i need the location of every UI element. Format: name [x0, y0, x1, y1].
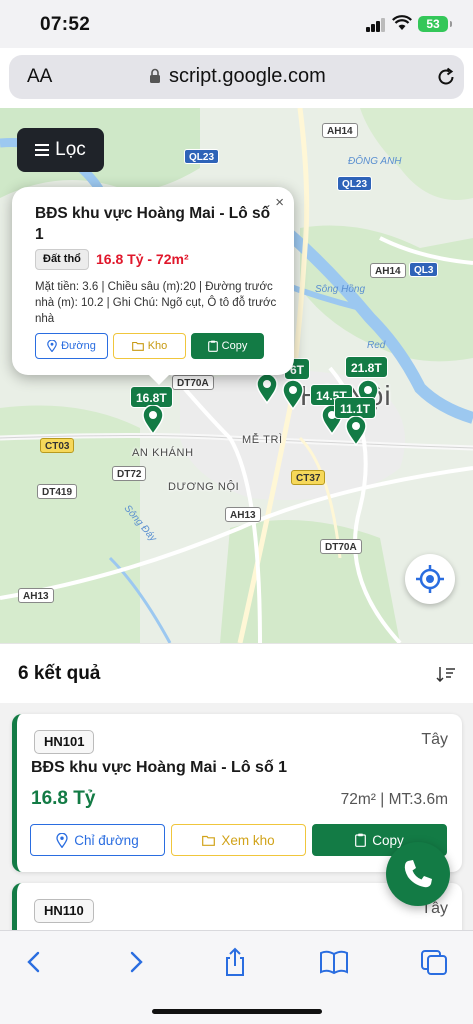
map-label: MỄ TRÌ	[242, 434, 283, 446]
crosshair-icon	[416, 565, 444, 593]
popup-title: BĐS khu vực Hoàng Mai - Lô số 1	[35, 205, 271, 243]
results-header: 6 kết quả	[0, 643, 473, 703]
text-size-button[interactable]: AA	[27, 66, 52, 88]
property-direction: Tây	[421, 731, 448, 748]
tabs-icon[interactable]	[418, 947, 450, 977]
clipboard-icon	[355, 833, 367, 847]
folder-icon	[202, 835, 216, 846]
map-pin-icon[interactable]	[282, 380, 304, 410]
property-popup: × BĐS khu vực Hoàng Mai - Lô số 1 Đất th…	[12, 187, 294, 385]
close-icon[interactable]: ×	[275, 194, 284, 211]
view-store-button[interactable]: Xem kho	[171, 824, 306, 856]
store-button[interactable]: Kho	[113, 333, 186, 359]
filter-button[interactable]: Lọc	[17, 128, 104, 172]
property-code: HN110	[34, 899, 94, 923]
locate-button[interactable]	[405, 554, 455, 604]
road-shield: AH14	[370, 263, 406, 278]
lock-icon	[150, 68, 160, 83]
property-meta: 72m² | MT:3.6m	[340, 791, 448, 808]
directions-label: Đường	[61, 340, 96, 352]
address-bar[interactable]: AA script.google.com	[9, 55, 464, 99]
results-count: 6 kết quả	[18, 663, 101, 684]
reload-icon[interactable]	[435, 66, 457, 88]
phone-icon	[404, 860, 432, 888]
map-label: Sông Hồng	[315, 284, 366, 295]
hamburger-icon	[35, 144, 50, 156]
directions-button[interactable]: Đường	[35, 333, 108, 359]
map-label: Red	[367, 340, 386, 351]
road-shield: CT03	[40, 438, 75, 453]
map-pin-icon[interactable]	[345, 416, 367, 446]
directions-button[interactable]: Chỉ đường	[30, 824, 165, 856]
store-label: Kho	[147, 340, 168, 352]
chevron-left-icon[interactable]	[18, 947, 50, 977]
map-label: ĐÔNG ANH	[348, 156, 402, 167]
clipboard-icon	[207, 340, 218, 352]
road-shield: DT70A	[320, 539, 362, 554]
copy-button[interactable]: Copy	[191, 333, 264, 359]
price-marker[interactable]: 21.8T	[345, 356, 388, 378]
map-pin-icon[interactable]	[256, 374, 278, 404]
status-bar: 07:52 53	[0, 0, 473, 48]
road-shield: QL3	[409, 262, 439, 277]
map-label: AN KHÁNH	[132, 447, 194, 459]
url-text[interactable]: script.google.com	[169, 65, 326, 88]
location-pin-icon	[56, 832, 68, 848]
battery-indicator: 53	[418, 16, 452, 32]
road-shield: DT72	[112, 466, 147, 481]
road-shield: DT70A	[172, 375, 214, 390]
road-shield: AH14	[322, 123, 358, 138]
cellular-signal-icon	[366, 18, 386, 32]
folder-icon	[131, 341, 144, 351]
property-title: BĐS khu vực Hoàng Mai - Lô số 1	[31, 759, 288, 776]
property-code: HN101	[34, 730, 95, 754]
map-label: DƯƠNG NỘI	[168, 481, 240, 493]
call-button[interactable]	[386, 842, 450, 906]
wifi-icon	[392, 15, 412, 30]
status-time: 07:52	[40, 14, 91, 35]
road-shield: DT419	[37, 484, 78, 499]
road-shield: AH13	[18, 588, 54, 603]
road-shield: AH13	[225, 507, 261, 522]
road-shield: QL23	[337, 176, 373, 191]
book-icon[interactable]	[318, 947, 350, 977]
road-shield: CT37	[291, 470, 326, 485]
property-price: 16.8 Tỷ	[31, 788, 96, 809]
browser-toolbar	[0, 930, 473, 1024]
location-pin-icon	[47, 340, 57, 352]
popup-price: 16.8 Tỷ - 72m²	[96, 251, 189, 267]
sort-icon[interactable]	[436, 666, 456, 682]
copy-label: Copy	[221, 340, 248, 352]
map-pin-icon[interactable]	[142, 405, 164, 435]
share-icon[interactable]	[219, 947, 251, 977]
chevron-right-icon[interactable]	[120, 947, 152, 977]
road-shield: QL23	[184, 149, 220, 164]
filter-label: Lọc	[55, 139, 86, 160]
view-store-label: Xem kho	[221, 832, 275, 848]
property-type-badge: Đất thổ	[35, 249, 89, 270]
directions-label: Chỉ đường	[74, 832, 139, 848]
home-indicator	[152, 1009, 322, 1014]
popup-description: Mặt tiền: 3.6 | Chiều sâu (m):20 | Đường…	[35, 281, 277, 325]
